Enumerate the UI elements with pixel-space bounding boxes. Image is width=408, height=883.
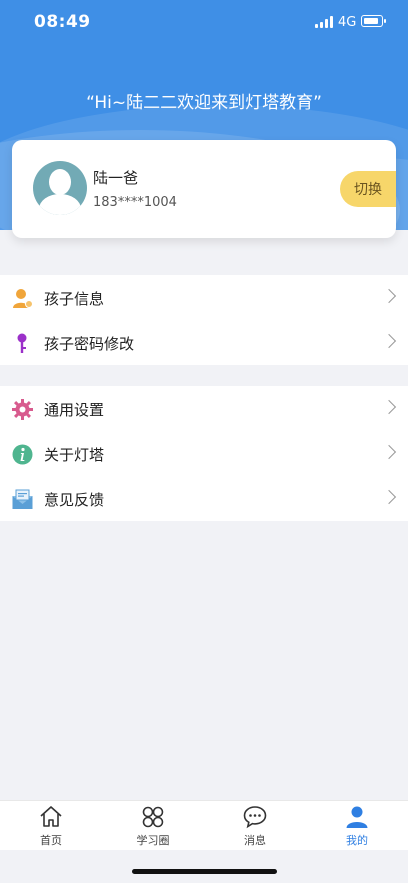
network-type: 4G xyxy=(338,15,357,30)
child-info-icon xyxy=(13,289,33,308)
bottom-tab-bar: 首页 学习圈 消息 我的 xyxy=(0,800,408,850)
menu-item-feedback[interactable]: 意见反馈 xyxy=(0,476,408,521)
chevron-right-icon xyxy=(381,399,397,415)
home-indicator-area xyxy=(0,850,408,883)
menu-item-about[interactable]: 关于灯塔 xyxy=(0,431,408,476)
signal-icon xyxy=(315,16,333,28)
menu-item-child-password[interactable]: 孩子密码修改 xyxy=(0,320,408,365)
menu-item-child-info[interactable]: 孩子信息 xyxy=(0,275,408,320)
menu-item-label: 关于灯塔 xyxy=(44,446,105,464)
tab-study-circle[interactable]: 学习圈 xyxy=(102,801,204,850)
tab-label: 学习圈 xyxy=(136,834,170,847)
menu-item-label: 孩子密码修改 xyxy=(44,335,135,353)
tab-home[interactable]: 首页 xyxy=(0,801,102,850)
feedback-mail-icon xyxy=(12,489,33,509)
tab-label: 首页 xyxy=(40,834,62,847)
menu-item-general-settings[interactable]: 通用设置 xyxy=(0,386,408,431)
chevron-right-icon xyxy=(381,444,397,460)
user-phone: 183****1004 xyxy=(93,195,177,210)
switch-account-button[interactable]: 切换 xyxy=(340,171,396,207)
tab-mine[interactable]: 我的 xyxy=(306,801,408,850)
gear-icon xyxy=(12,399,33,420)
welcome-text: “Hi~陆二二欢迎来到灯塔教育” xyxy=(86,93,322,113)
tab-messages[interactable]: 消息 xyxy=(204,801,306,850)
chevron-right-icon xyxy=(381,489,397,505)
menu-group-settings: 通用设置 关于灯塔 意见反馈 xyxy=(0,386,408,521)
status-bar: 08:49 4G xyxy=(0,0,408,44)
info-icon xyxy=(12,444,33,465)
tab-label: 消息 xyxy=(244,834,266,847)
tab-label: 我的 xyxy=(346,834,368,847)
chevron-right-icon xyxy=(381,288,397,304)
avatar[interactable] xyxy=(33,161,87,215)
user-name: 陆一爸 xyxy=(93,169,139,187)
menu-item-label: 意见反馈 xyxy=(44,491,105,509)
battery-icon xyxy=(361,15,386,27)
status-time: 08:49 xyxy=(34,12,91,32)
message-icon xyxy=(243,806,267,829)
menu-item-label: 孩子信息 xyxy=(44,290,105,308)
home-icon xyxy=(40,806,62,827)
home-indicator[interactable] xyxy=(132,869,277,874)
key-icon xyxy=(17,333,27,353)
study-circle-icon xyxy=(142,806,164,828)
menu-item-label: 通用设置 xyxy=(44,401,105,419)
chevron-right-icon xyxy=(381,333,397,349)
menu-group-children: 孩子信息 孩子密码修改 xyxy=(0,275,408,365)
profile-icon xyxy=(346,806,368,828)
profile-card: 陆一爸 183****1004 切换 xyxy=(12,140,396,238)
